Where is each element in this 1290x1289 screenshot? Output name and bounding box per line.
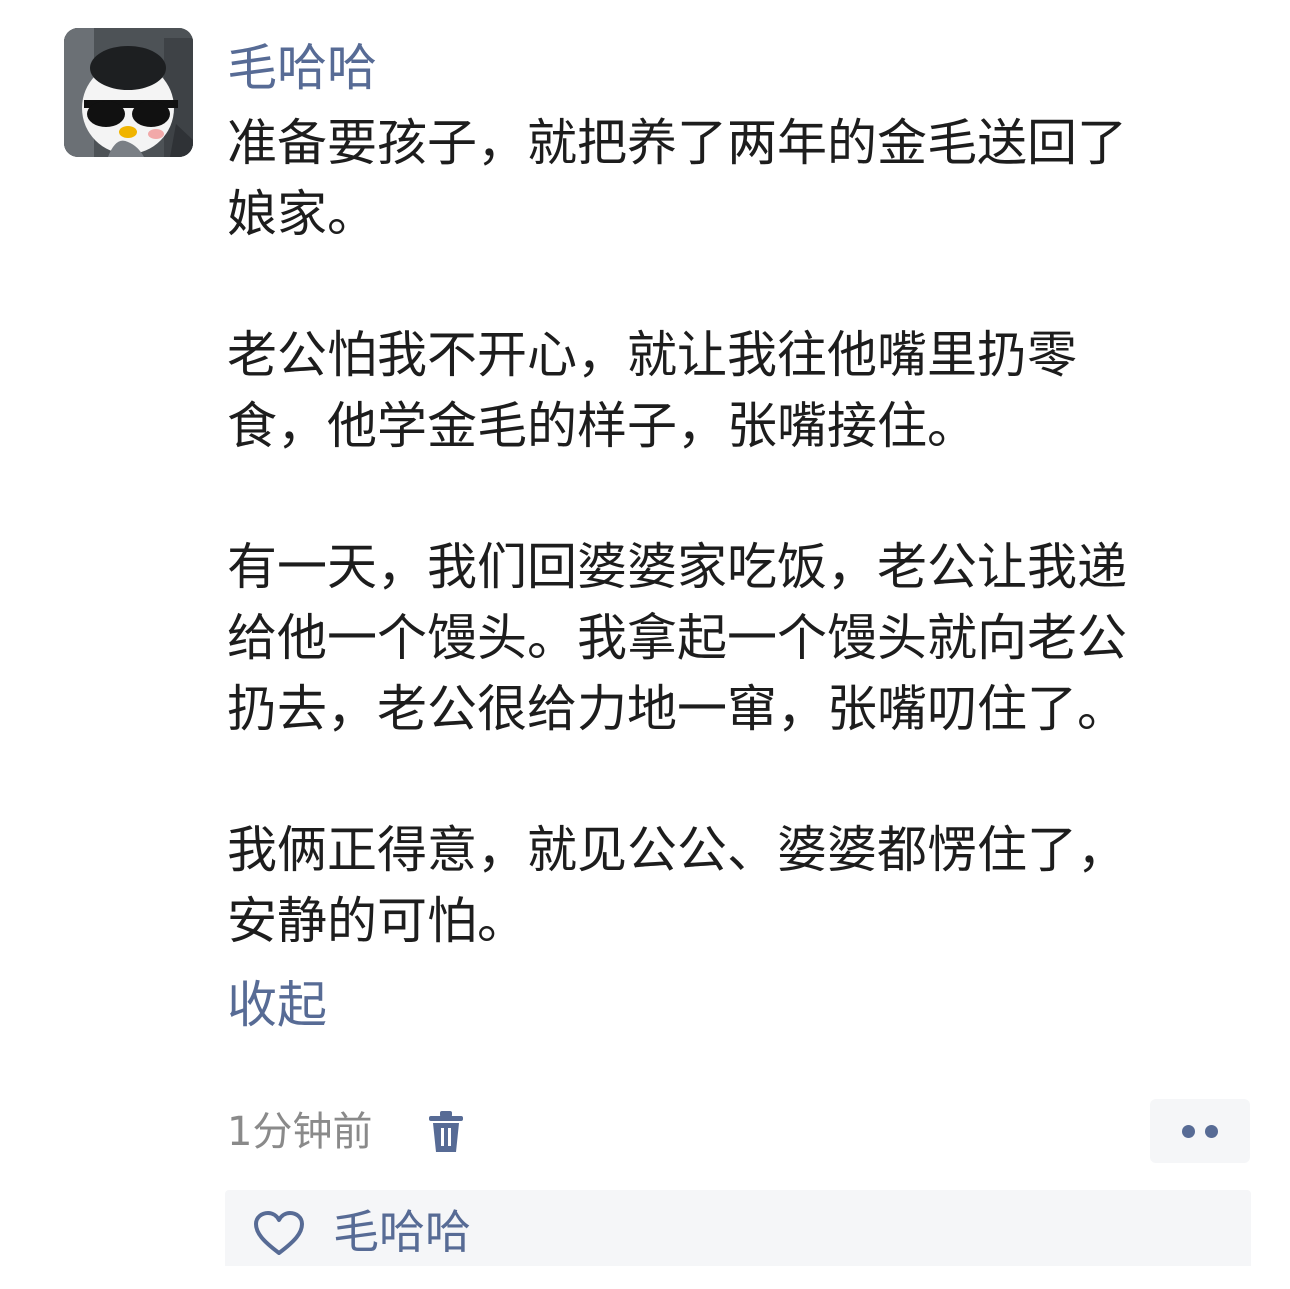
post-content: 准备要孩子，就把养了两年的金毛送回了 娘家。 老公怕我不开心，就让我往他嘴里扔零…: [227, 108, 1227, 1027]
more-actions-button[interactable]: [1150, 1099, 1250, 1163]
post-timestamp: 1分钟前: [227, 1109, 373, 1155]
collapse-link[interactable]: 收起: [227, 975, 327, 1035]
post-paragraph: 我俩正得意，就见公公、婆婆都愣住了， 安静的可怕。: [227, 821, 1127, 950]
post-paragraph: 老公怕我不开心，就让我往他嘴里扔零 食，他学金毛的样子，张嘴接住。: [227, 326, 1077, 455]
post-author[interactable]: 毛哈哈: [227, 38, 377, 98]
likes-panel: 毛哈哈: [225, 1190, 1251, 1270]
liker-name[interactable]: 毛哈哈: [333, 1204, 471, 1260]
penguin-avatar-icon: [64, 28, 193, 157]
post-paragraph: 有一天，我们回婆婆家吃饭，老公让我递 给他一个馒头。我拿起一个馒头就向老公 扔去…: [227, 538, 1127, 738]
trash-icon[interactable]: [425, 1110, 467, 1154]
more-dots-icon: [1205, 1125, 1218, 1138]
avatar[interactable]: [64, 28, 193, 157]
heart-icon: [254, 1211, 304, 1255]
bottom-edge: [0, 1266, 1290, 1289]
more-dots-icon: [1182, 1125, 1195, 1138]
post-paragraph: 准备要孩子，就把养了两年的金毛送回了 娘家。: [227, 114, 1127, 243]
